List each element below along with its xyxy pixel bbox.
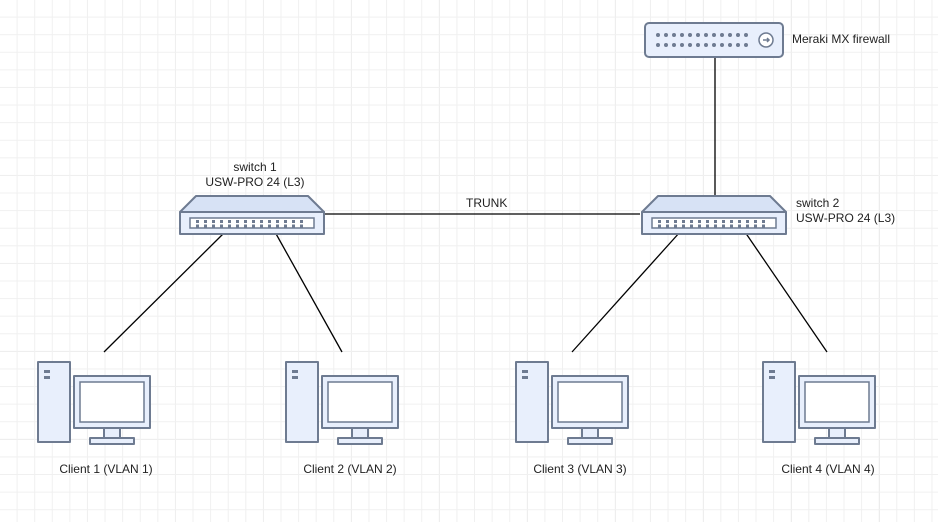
client2-icon — [282, 352, 402, 452]
edge-s2-c3 — [572, 232, 680, 352]
switch2-line2: USW-PRO 24 (L3) — [796, 211, 895, 225]
client1-icon — [34, 352, 154, 452]
firewall-label: Meraki MX firewall — [792, 32, 890, 46]
edge-s2-c4 — [745, 232, 827, 352]
trunk-label: TRUNK — [466, 196, 507, 210]
client4-icon — [759, 352, 879, 452]
switch1-label: switch 1 USW-PRO 24 (L3) — [200, 160, 310, 190]
switch2-icon — [640, 194, 788, 236]
client3-icon — [512, 352, 632, 452]
client4-label: Client 4 (VLAN 4) — [768, 462, 888, 476]
switch1-line1: switch 1 — [233, 160, 276, 174]
edge-s1-c1 — [104, 232, 225, 352]
switch2-label: switch 2 USW-PRO 24 (L3) — [796, 196, 906, 226]
client1-label: Client 1 (VLAN 1) — [46, 462, 166, 476]
firewall-icon — [644, 22, 784, 58]
client3-label: Client 3 (VLAN 3) — [520, 462, 640, 476]
switch1-icon — [178, 194, 326, 236]
switch2-line1: switch 2 — [796, 196, 839, 210]
edge-s1-c2 — [275, 232, 342, 352]
client2-label: Client 2 (VLAN 2) — [290, 462, 410, 476]
switch1-line2: USW-PRO 24 (L3) — [205, 175, 304, 189]
